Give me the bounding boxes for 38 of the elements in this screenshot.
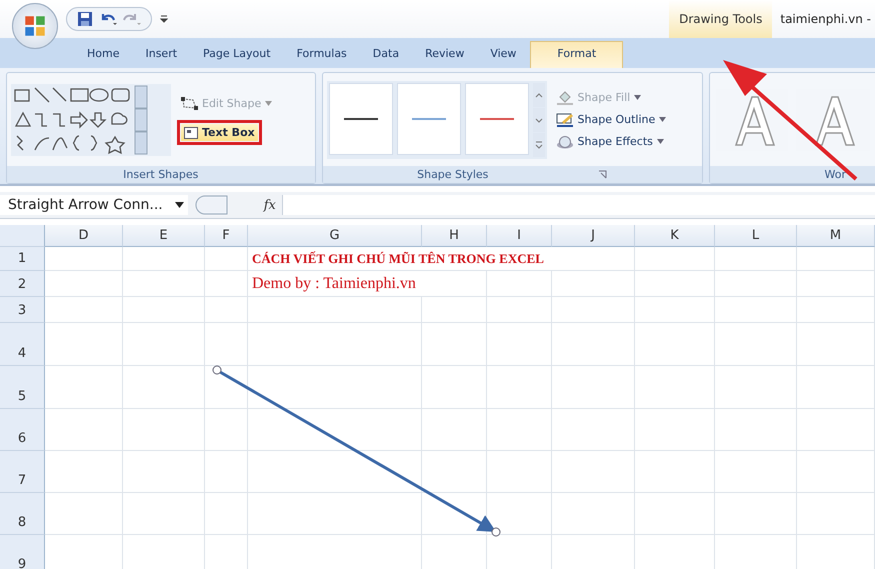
column-header[interactable]: M (797, 225, 875, 247)
group-label: Wor (710, 166, 875, 183)
column-header[interactable]: F (205, 225, 248, 247)
ribbon-tab[interactable]: Review (413, 41, 476, 68)
row-header[interactable]: 4 (0, 323, 45, 366)
ribbon-tab[interactable]: Page Layout (191, 41, 283, 68)
window-title: taimienphi.vn - (780, 12, 872, 26)
cell-text: Demo by : Taimienphi.vn (251, 274, 416, 292)
cell-text: CÁCH VIẾT GHI CHÚ MŨI TÊN TRONG EXCEL (251, 250, 544, 266)
row-header[interactable]: 8 (0, 493, 45, 535)
row-header[interactable]: 7 (0, 451, 45, 493)
ribbon-tab[interactable]: Insert (133, 41, 190, 68)
column-header[interactable]: L (715, 225, 797, 247)
ribbon-tab[interactable]: Home (75, 41, 132, 68)
row-header[interactable]: 6 (0, 409, 45, 451)
column-header[interactable]: I (487, 225, 552, 247)
ribbon-tab[interactable]: View (478, 41, 528, 68)
row-header[interactable]: 9 (0, 535, 45, 569)
ribbon-tab[interactable]: Format (530, 41, 624, 68)
column-header[interactable]: D (45, 225, 123, 247)
column-header[interactable]: H (422, 225, 487, 247)
column-header[interactable]: J (552, 225, 635, 247)
column-header[interactable]: E (123, 225, 205, 247)
row-header[interactable]: 3 (0, 297, 45, 323)
shape-style-button[interactable]: Shape Outline (552, 110, 670, 128)
column-header[interactable]: K (635, 225, 715, 247)
shape-style-button[interactable]: Shape Effects (552, 132, 670, 150)
group-label: Insert Shapes (7, 166, 315, 183)
row-header[interactable]: 1 (0, 247, 45, 271)
contextual-tab-label: Drawing Tools (669, 0, 772, 38)
insert-function-button[interactable]: fx (264, 198, 276, 212)
row-header[interactable]: 2 (0, 271, 45, 297)
column-header[interactable]: G (248, 225, 422, 247)
text-box-button[interactable]: Text Box (181, 124, 258, 141)
ribbon-tab[interactable]: Data (360, 41, 412, 68)
name-box[interactable]: Straight Arrow Conn... (0, 195, 188, 215)
ribbon-tab[interactable]: Formulas (284, 41, 359, 68)
row-header[interactable]: 5 (0, 366, 45, 409)
